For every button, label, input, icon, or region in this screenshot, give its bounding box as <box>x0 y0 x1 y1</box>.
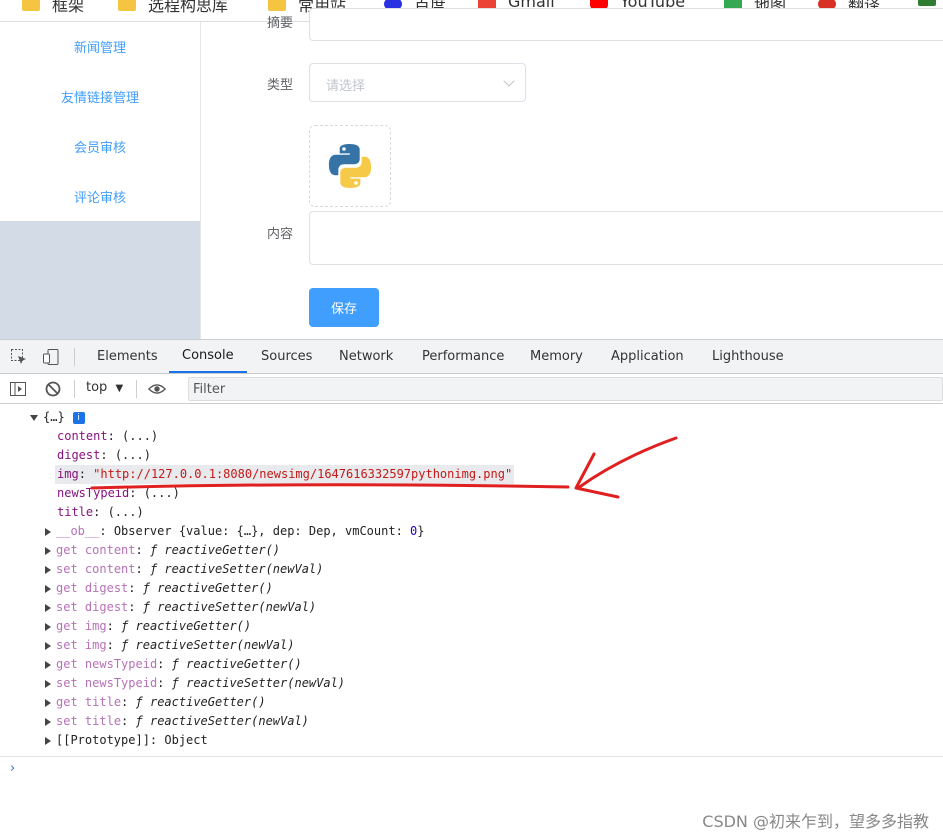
admin-app: 新闻管理 友情链接管理 会员审核 评论审核 摘要 类型 请选择 内容 保存 <box>0 8 943 339</box>
sidebar-item-comments[interactable]: 评论审核 <box>0 171 200 221</box>
sidebar-item-news[interactable]: 新闻管理 <box>0 22 200 71</box>
type-select[interactable]: 请选择 <box>309 63 526 102</box>
bookmark-folder-2[interactable]: 选程构思库 <box>118 0 228 16</box>
digest-input[interactable] <box>309 8 943 41</box>
sidebar-item-members[interactable]: 会员审核 <box>0 121 200 171</box>
chevron-down-icon <box>503 75 515 87</box>
folder-icon <box>118 0 136 11</box>
news-edit-form: 摘要 类型 请选择 内容 保存 <box>200 8 943 339</box>
sidebar: 新闻管理 友情链接管理 会员审核 评论审核 <box>0 22 200 339</box>
image-uploader[interactable] <box>309 125 391 207</box>
sidebar-item-links[interactable]: 友情链接管理 <box>0 71 200 121</box>
sheet-icon <box>918 0 936 6</box>
bookmark-extra[interactable] <box>918 0 943 6</box>
digest-label: 摘要 <box>267 16 294 31</box>
folder-icon <box>268 0 286 11</box>
folder-icon <box>22 0 40 11</box>
save-button[interactable]: 保存 <box>309 288 379 327</box>
console-prompt-divider <box>0 756 943 757</box>
console-prompt[interactable]: › <box>10 761 15 776</box>
type-label: 类型 <box>267 78 294 93</box>
sidebar-menu: 新闻管理 友情链接管理 会员审核 评论审核 <box>0 22 200 221</box>
devtools-panel: Elements Console Sources Network Perform… <box>0 339 943 838</box>
type-select-placeholder: 请选择 <box>326 79 366 94</box>
bookmark-folder-1[interactable]: 框架 <box>22 0 84 16</box>
red-annotation-arrow <box>90 436 678 499</box>
content-textarea[interactable] <box>309 211 943 265</box>
content-label: 内容 <box>267 227 294 242</box>
python-logo-icon <box>328 144 372 188</box>
csdn-watermark: CSDN @初来乍到，望多多指教 <box>702 812 929 831</box>
